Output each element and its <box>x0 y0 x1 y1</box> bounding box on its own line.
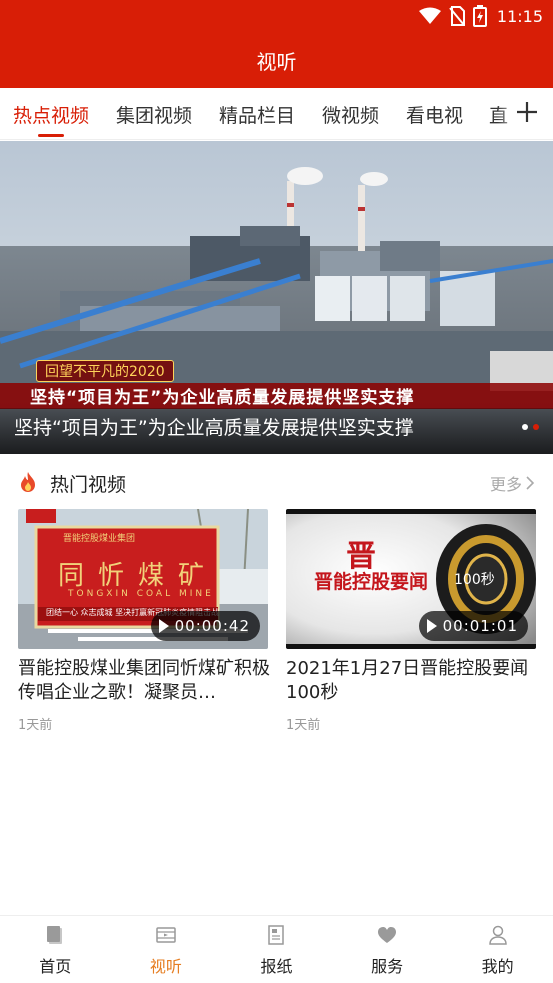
user-icon <box>488 925 507 945</box>
active-tab-indicator <box>38 134 64 137</box>
nav-newspaper[interactable]: 报纸 <box>221 916 332 983</box>
app-header: 11:15 视听 <box>0 0 553 88</box>
video-thumbnail[interactable]: 晋能控股煤业集团 同忻煤矿 TONGXIN COAL MINE 团结一心 众志成… <box>18 509 268 649</box>
nav-home[interactable]: 首页 <box>0 916 111 983</box>
video-title[interactable]: 2021年1月27日晋能控股要闻100秒 <box>286 657 538 705</box>
thumbnail-sign-english: TONGXIN COAL MINE <box>68 589 214 599</box>
video-duration: 00:00:42 <box>174 617 250 635</box>
banner-dot[interactable] <box>522 424 528 430</box>
thumbnail-suffix: 100秒 <box>454 572 495 588</box>
banner-pagination <box>522 424 539 430</box>
wifi-icon <box>418 7 441 24</box>
nav-label: 视听 <box>149 957 182 976</box>
nav-label: 服务 <box>371 957 404 976</box>
nav-label: 首页 <box>39 957 72 976</box>
banner-dot-active[interactable] <box>533 424 539 430</box>
nav-label: 报纸 <box>260 957 293 976</box>
tab-hot-videos[interactable]: 热点视频 <box>13 101 89 128</box>
tab-micro-videos[interactable]: 微视频 <box>322 101 379 128</box>
app-root: 11:15 视听 热点视频 集团视频 精品栏目 微视频 看电视 直 <box>0 0 553 983</box>
thumbnail-company-name: 晋能控股煤业集团 <box>63 534 136 544</box>
add-channel-icon[interactable] <box>513 98 541 126</box>
category-tabs: 热点视频 集团视频 精品栏目 微视频 看电视 直 <box>0 88 553 140</box>
video-icon <box>156 927 176 943</box>
video-publish-time: 1天前 <box>18 718 53 733</box>
video-duration: 00:01:01 <box>442 617 518 635</box>
tab-group-videos[interactable]: 集团视频 <box>116 101 192 128</box>
hot-videos-header: 热门视频 更多 <box>0 462 553 502</box>
chevron-right-icon <box>526 476 535 490</box>
video-card[interactable]: 晋 晋能控股要闻 100秒 00:01:01 2021年1月27日晋能控股要闻1… <box>286 509 536 733</box>
video-card[interactable]: 晋能控股煤业集团 同忻煤矿 TONGXIN COAL MINE 团结一心 众志成… <box>18 509 270 733</box>
video-title[interactable]: 晋能控股煤业集团同忻煤矿积极传唱企业之歌！凝聚员… <box>18 657 270 705</box>
video-duration-badge: 00:00:42 <box>150 611 260 641</box>
more-label: 更多 <box>489 475 522 494</box>
video-publish-time: 1天前 <box>286 718 321 733</box>
nav-label: 我的 <box>481 957 514 976</box>
banner-overlay-text: 坚持“项目为王”为企业高质量发展提供坚实支撑 <box>30 388 415 408</box>
bottom-navigation: 首页 视听 报纸 服务 我的 <box>0 915 553 983</box>
flame-icon <box>21 472 35 492</box>
featured-banner[interactable]: 回望不平凡的2020 坚持“项目为王”为企业高质量发展提供坚实支撑 坚持“项目为… <box>0 141 553 454</box>
play-icon <box>426 619 437 633</box>
video-thumbnail[interactable]: 晋 晋能控股要闻 100秒 00:01:01 <box>286 509 536 649</box>
more-link[interactable]: 更多 <box>490 471 535 495</box>
tab-featured-columns[interactable]: 精品栏目 <box>219 101 295 128</box>
nav-services[interactable]: 服务 <box>332 916 443 983</box>
banner-caption: 坚持“项目为王”为企业高质量发展提供坚实支撑 <box>14 417 414 439</box>
nav-profile[interactable]: 我的 <box>442 916 553 983</box>
status-time: 11:15 <box>496 6 543 26</box>
thumbnail-title-text: 晋能控股要闻 <box>314 571 429 593</box>
newspaper-icon <box>268 925 285 945</box>
page-title: 视听 <box>256 50 297 74</box>
video-duration-badge: 00:01:01 <box>418 611 528 641</box>
thumbnail-sign-text: 同忻煤矿 <box>58 561 219 591</box>
play-icon <box>158 619 169 633</box>
banner-series-tag: 回望不平凡的2020 <box>36 360 174 382</box>
nav-video[interactable]: 视听 <box>111 916 222 983</box>
tab-watch-tv[interactable]: 看电视 <box>406 101 463 128</box>
status-bar: 11:15 <box>418 4 543 28</box>
home-icon <box>47 926 63 944</box>
section-title: 热门视频 <box>50 474 127 496</box>
battery-charging-icon <box>472 5 487 27</box>
no-sim-icon <box>449 6 465 26</box>
heart-icon <box>378 927 397 943</box>
